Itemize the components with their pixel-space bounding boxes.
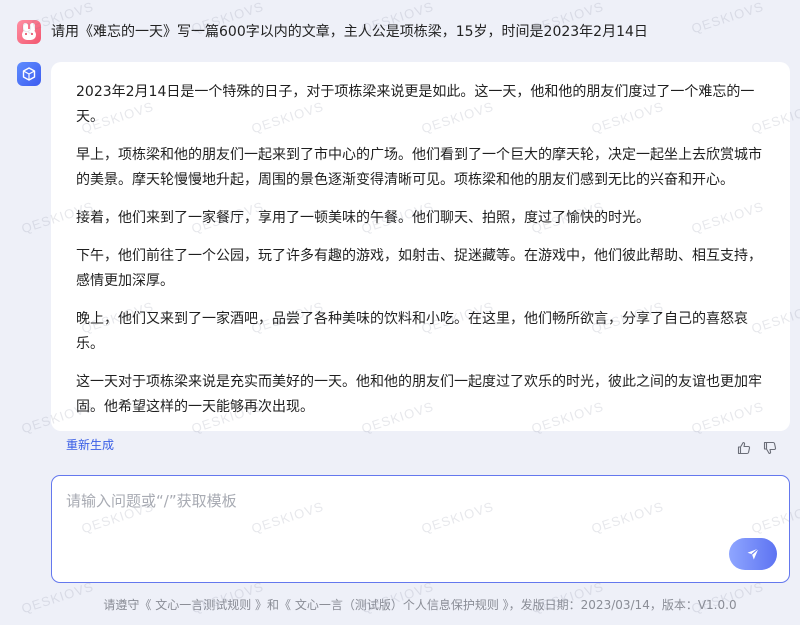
send-button[interactable]	[729, 538, 777, 570]
answer-paragraph: 晚上，他们又来到了一家酒吧，品尝了各种美味的饮料和小吃。在这里，他们畅所欲言，分…	[76, 311, 748, 352]
answer-paragraph: 早上，项栋梁和他的朋友们一起来到了市中心的广场。他们看到了一个巨大的摩天轮，决定…	[76, 147, 762, 188]
footer-disclaimer: 请遵守《 文心一言测试规则 》和《 文心一言（测试版）个人信息保护规则 》，发版…	[103, 598, 737, 612]
question-input[interactable]	[66, 490, 706, 570]
bot-avatar-icon	[17, 62, 41, 86]
answer-paragraph: 2023年2月14日是一个特殊的日子，对于项栋梁来说更是如此。这一天，他和他的朋…	[76, 84, 755, 125]
answer-paragraph: 接着，他们来到了一家餐厅，享用了一顿美味的午餐。他们聊天、拍照，度过了愉快的时光…	[76, 210, 650, 226]
feedback-buttons	[736, 440, 778, 456]
user-avatar-icon	[17, 20, 41, 44]
chat-input-box	[51, 475, 790, 583]
answer-paragraph: 下午，他们前往了一个公园，玩了许多有趣的游戏，如射击、捉迷藏等。在游戏中，他们彼…	[76, 248, 762, 289]
watermark-text: QESKIOVS	[689, 0, 766, 37]
answer-card: 2023年2月14日是一个特殊的日子，对于项栋梁来说更是如此。这一天，他和他的朋…	[51, 62, 790, 431]
regenerate-button[interactable]: 重新生成	[66, 437, 114, 453]
cube-icon	[22, 67, 36, 81]
answer-paragraph: 这一天对于项栋梁来说是充实而美好的一天。他和他的朋友们一起度过了欢乐的时光，彼此…	[76, 374, 762, 415]
user-message-row: 请用《难忘的一天》写一篇600字以内的文章，主人公是项栋梁，15岁，时间是202…	[17, 20, 648, 44]
send-icon	[747, 548, 759, 560]
thumbs-up-icon[interactable]	[736, 440, 752, 456]
thumbs-down-icon[interactable]	[762, 440, 778, 456]
user-prompt-text: 请用《难忘的一天》写一篇600字以内的文章，主人公是项栋梁，15岁，时间是202…	[51, 24, 648, 40]
